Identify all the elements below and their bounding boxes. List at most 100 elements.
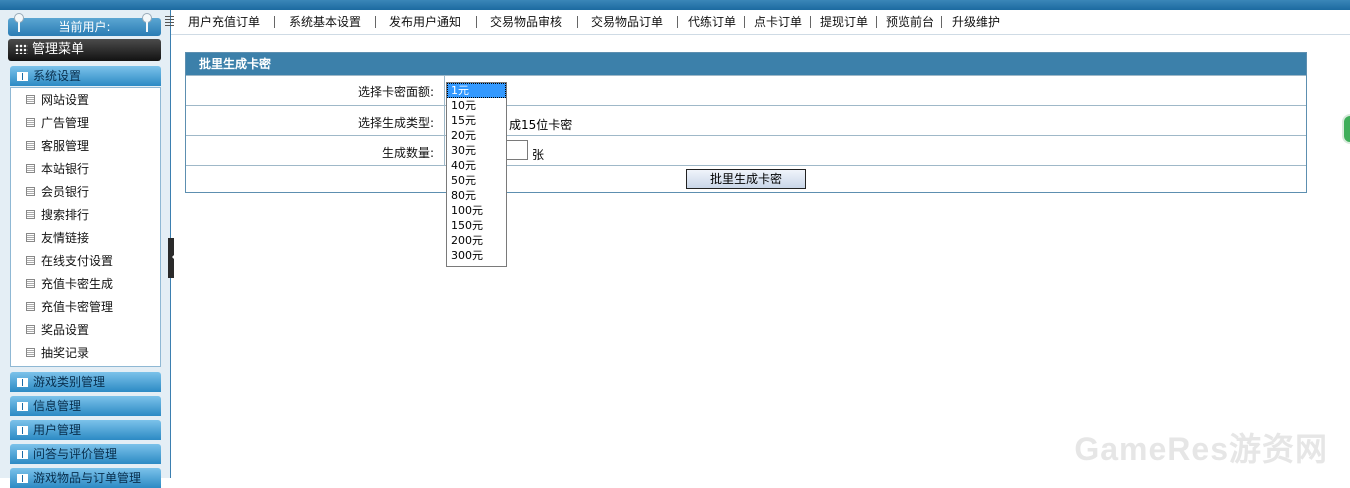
doc-icon xyxy=(26,118,35,127)
sidebar-collapse-handle[interactable] xyxy=(168,238,175,278)
doc-icon xyxy=(26,279,35,288)
sidebar-item-label: 奖品设置 xyxy=(41,323,90,337)
doc-icon xyxy=(26,95,35,104)
top-strip xyxy=(0,0,1350,10)
sidebar-item-label: 友情链接 xyxy=(41,231,90,245)
doc-icon xyxy=(26,325,35,334)
nav-upgrade-maintenance[interactable]: 升级维护 xyxy=(952,14,1000,30)
batch-generate-button[interactable]: 批里生成卡密 xyxy=(686,169,806,189)
category-info[interactable]: 信息管理 xyxy=(10,396,161,416)
dropdown-option[interactable]: 40元 xyxy=(447,158,506,173)
nav-separator xyxy=(274,16,275,28)
nav-system-settings[interactable]: 系统基本设置 xyxy=(289,14,361,30)
dropdown-option[interactable]: 20元 xyxy=(447,128,506,143)
category-game-types[interactable]: 游戏类别管理 xyxy=(10,372,161,392)
dropdown-option[interactable]: 80元 xyxy=(447,188,506,203)
folder-icon xyxy=(17,402,28,411)
dropdown-option[interactable]: 30元 xyxy=(447,143,506,158)
quantity-unit: 张 xyxy=(532,148,545,162)
sidebar-item-site-bank[interactable]: 本站银行 xyxy=(26,160,89,178)
sidebar-item-customer-service[interactable]: 客服管理 xyxy=(26,137,89,155)
doc-icon xyxy=(26,141,35,150)
sidebar-item-member-bank[interactable]: 会员银行 xyxy=(26,183,89,201)
type-value-text: 成15位卡密 xyxy=(509,118,573,132)
sidebar-item-label: 会员银行 xyxy=(41,185,90,199)
sidebar-item-lottery-records[interactable]: 抽奖记录 xyxy=(26,344,89,362)
grid-icon xyxy=(15,44,28,54)
quantity-input[interactable] xyxy=(506,140,528,160)
menu-title-bar: 管理菜单 xyxy=(8,39,161,61)
denomination-dropdown-list[interactable]: 1元 10元 15元 20元 30元 40元 50元 80元 100元 150元… xyxy=(446,82,507,267)
current-user-label: 当前用户: xyxy=(8,18,161,36)
quantity-label: 生成数量: xyxy=(381,146,434,160)
watermark: GameRes游资网 xyxy=(1074,431,1328,467)
nav-preview-frontend[interactable]: 预览前台 xyxy=(886,14,934,30)
panel-header: 批里生成卡密 xyxy=(186,53,1306,75)
card-generate-panel: 批里生成卡密 选择卡密面额: 选择生成类型: 成15位卡密 生成数量: 张 批里… xyxy=(185,52,1307,193)
doc-icon xyxy=(26,187,35,196)
nav-powerleveling-orders[interactable]: 代练订单 xyxy=(688,14,736,30)
doc-icon xyxy=(26,164,35,173)
side-float-icon[interactable] xyxy=(1342,114,1350,144)
doc-icon xyxy=(26,302,35,311)
dropdown-option[interactable]: 150元 xyxy=(447,218,506,233)
dropdown-option[interactable]: 10元 xyxy=(447,98,506,113)
hanger-right-icon xyxy=(142,13,152,32)
folder-icon xyxy=(17,72,28,81)
category-items-orders[interactable]: 游戏物品与订单管理 xyxy=(10,468,161,488)
sidebar-item-label: 充值卡密管理 xyxy=(41,300,114,314)
sidebar-item-label: 本站银行 xyxy=(41,162,90,176)
sidebar-item-label: 客服管理 xyxy=(41,139,90,153)
sidebar-item-ads[interactable]: 广告管理 xyxy=(26,114,89,132)
toolbar-grip-icon xyxy=(165,16,174,28)
menu-title: 管理菜单 xyxy=(32,42,85,57)
nav-separator xyxy=(375,16,376,28)
sidebar-item-friend-links[interactable]: 友情链接 xyxy=(26,229,89,247)
folder-icon xyxy=(17,474,28,483)
sidebar-item-card-manage[interactable]: 充值卡密管理 xyxy=(26,298,113,316)
sidebar-item-site-settings[interactable]: 网站设置 xyxy=(26,91,89,109)
nav-separator xyxy=(810,16,811,28)
sidebar-item-label: 抽奖记录 xyxy=(41,346,90,360)
dropdown-option[interactable]: 50元 xyxy=(447,173,506,188)
category-users[interactable]: 用户管理 xyxy=(10,420,161,440)
nav-separator xyxy=(744,16,745,28)
category-label: 用户管理 xyxy=(33,423,82,437)
nav-separator xyxy=(476,16,477,28)
dropdown-option[interactable]: 200元 xyxy=(447,233,506,248)
category-system-settings[interactable]: 系统设置 xyxy=(10,66,161,86)
nav-item-orders[interactable]: 交易物品订单 xyxy=(591,14,663,30)
folder-icon xyxy=(17,450,28,459)
nav-user-recharge-orders[interactable]: 用户充值订单 xyxy=(188,14,260,30)
panel-title: 批里生成卡密 xyxy=(199,57,272,71)
nav-item-review[interactable]: 交易物品审核 xyxy=(490,14,562,30)
dropdown-option[interactable]: 15元 xyxy=(447,113,506,128)
doc-icon xyxy=(26,256,35,265)
dropdown-option[interactable]: 100元 xyxy=(447,203,506,218)
denomination-label: 选择卡密面额: xyxy=(357,85,434,99)
form-row-type xyxy=(186,105,1306,136)
category-label: 问答与评价管理 xyxy=(33,447,118,461)
sidebar-item-prizes[interactable]: 奖品设置 xyxy=(26,321,89,339)
sidebar-item-online-payment[interactable]: 在线支付设置 xyxy=(26,252,113,270)
category-label: 游戏物品与订单管理 xyxy=(33,471,142,485)
nav-card-orders[interactable]: 点卡订单 xyxy=(754,14,802,30)
nav-separator xyxy=(941,16,942,28)
sidebar-item-search-ranking[interactable]: 搜索排行 xyxy=(26,206,89,224)
doc-icon xyxy=(26,210,35,219)
category-qa-reviews[interactable]: 问答与评价管理 xyxy=(10,444,161,464)
type-label: 选择生成类型: xyxy=(357,116,434,130)
nav-withdraw-orders[interactable]: 提现订单 xyxy=(820,14,868,30)
sidebar-item-label: 在线支付设置 xyxy=(41,254,114,268)
folder-icon xyxy=(17,378,28,387)
sidebar-item-label: 网站设置 xyxy=(41,93,90,107)
nav-separator xyxy=(577,16,578,28)
dropdown-option[interactable]: 1元 xyxy=(447,83,506,98)
sidebar-item-card-generate[interactable]: 充值卡密生成 xyxy=(26,275,113,293)
nav-publish-notice[interactable]: 发布用户通知 xyxy=(389,14,461,30)
dropdown-option[interactable]: 300元 xyxy=(447,248,506,263)
sidebar-item-label-highlighted: 充值卡密生成 xyxy=(41,277,114,291)
doc-icon xyxy=(26,348,35,357)
nav-separator xyxy=(876,16,877,28)
category-label: 信息管理 xyxy=(33,399,82,413)
